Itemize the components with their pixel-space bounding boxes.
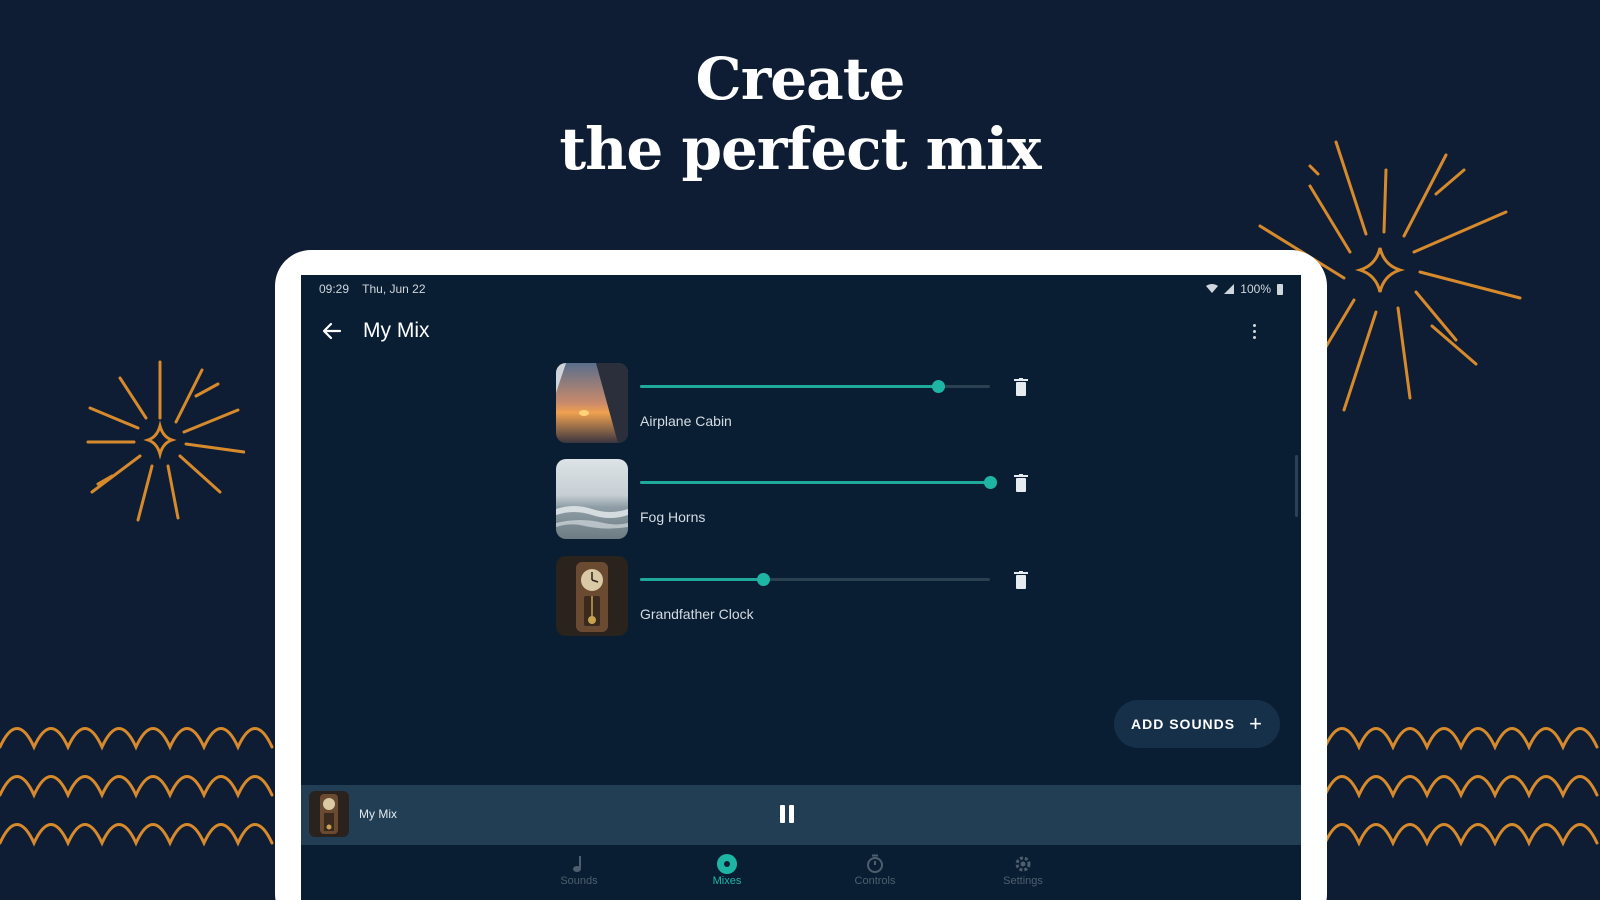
pause-button[interactable] xyxy=(777,805,797,827)
sound-row: Fog Horns xyxy=(556,459,1036,541)
trash-icon xyxy=(1014,474,1028,492)
sound-row: Airplane Cabin xyxy=(556,363,1036,445)
sound-thumbnail[interactable] xyxy=(556,459,628,539)
plus-icon: + xyxy=(1249,711,1263,736)
scrollbar[interactable] xyxy=(1295,455,1298,517)
battery-percent: 100% xyxy=(1240,282,1271,296)
delete-sound-button[interactable] xyxy=(1011,473,1031,493)
sound-thumbnail[interactable] xyxy=(556,363,628,443)
volume-slider[interactable] xyxy=(640,573,990,586)
status-bar: 09:29 Thu, Jun 22 100% xyxy=(301,275,1301,303)
mini-player-thumbnail xyxy=(309,791,349,837)
sound-name: Fog Horns xyxy=(640,509,706,525)
foggy-sea-image xyxy=(556,459,628,539)
nav-item-mixes[interactable]: Mixes xyxy=(653,845,801,900)
more-vert-icon xyxy=(1252,322,1256,340)
add-sounds-label: ADD SOUNDS xyxy=(1131,716,1236,732)
trash-icon xyxy=(1014,378,1028,396)
airplane-wing-image xyxy=(556,363,628,443)
mini-player[interactable]: My Mix xyxy=(301,785,1301,845)
sound-row: Grandfather Clock xyxy=(556,556,1036,638)
sound-name: Grandfather Clock xyxy=(640,606,754,622)
volume-slider-fill xyxy=(640,481,990,484)
volume-slider-knob[interactable] xyxy=(984,476,997,489)
volume-slider[interactable] xyxy=(640,380,990,393)
trash-icon xyxy=(1014,571,1028,589)
more-options-button[interactable] xyxy=(1239,316,1269,346)
headline-line-1: Create xyxy=(695,45,906,113)
back-button[interactable] xyxy=(317,316,347,346)
delete-sound-button[interactable] xyxy=(1011,377,1031,397)
nav-item-sounds[interactable]: Sounds xyxy=(505,845,653,900)
nav-label: Mixes xyxy=(712,875,742,887)
firework-left-decoration xyxy=(86,360,245,522)
nav-label: Settings xyxy=(1003,875,1043,887)
add-sounds-button[interactable]: ADD SOUNDS + xyxy=(1114,700,1280,748)
arrow-left-icon xyxy=(322,322,342,340)
waves-left-decoration xyxy=(0,727,274,847)
status-date: Thu, Jun 22 xyxy=(362,282,426,296)
battery-icon xyxy=(1277,283,1283,295)
app-bar: My Mix xyxy=(301,303,1301,359)
nav-item-settings[interactable]: Settings xyxy=(949,845,1097,900)
signal-icon xyxy=(1224,284,1235,294)
volume-slider-knob[interactable] xyxy=(931,380,945,393)
delete-sound-button[interactable] xyxy=(1011,570,1031,590)
volume-slider-fill xyxy=(640,578,763,581)
bottom-navigation: Sounds Mixes Controls Settings xyxy=(301,845,1301,900)
sound-name: Airplane Cabin xyxy=(640,413,732,429)
gear-icon xyxy=(1015,856,1031,872)
app-screen: 09:29 Thu, Jun 22 100% My Mix Airplane C… xyxy=(301,275,1301,900)
mix-disc-icon xyxy=(717,854,737,874)
sound-thumbnail[interactable] xyxy=(556,556,628,636)
mini-player-title: My Mix xyxy=(359,807,397,821)
status-time: 09:29 xyxy=(319,282,350,296)
nav-label: Controls xyxy=(854,875,896,887)
nav-item-controls[interactable]: Controls xyxy=(801,845,949,900)
nav-label: Sounds xyxy=(560,875,598,887)
pause-icon xyxy=(780,805,785,823)
music-note-icon xyxy=(573,856,581,872)
timer-icon xyxy=(867,854,883,873)
grandfather-clock-image xyxy=(309,791,349,837)
volume-slider-knob[interactable] xyxy=(756,573,770,586)
volume-slider[interactable] xyxy=(640,476,997,489)
waves-right-decoration xyxy=(1325,727,1599,847)
page-title: My Mix xyxy=(363,319,430,342)
wifi-icon xyxy=(1206,284,1219,293)
volume-slider-fill xyxy=(640,385,938,388)
grandfather-clock-image xyxy=(556,556,628,636)
